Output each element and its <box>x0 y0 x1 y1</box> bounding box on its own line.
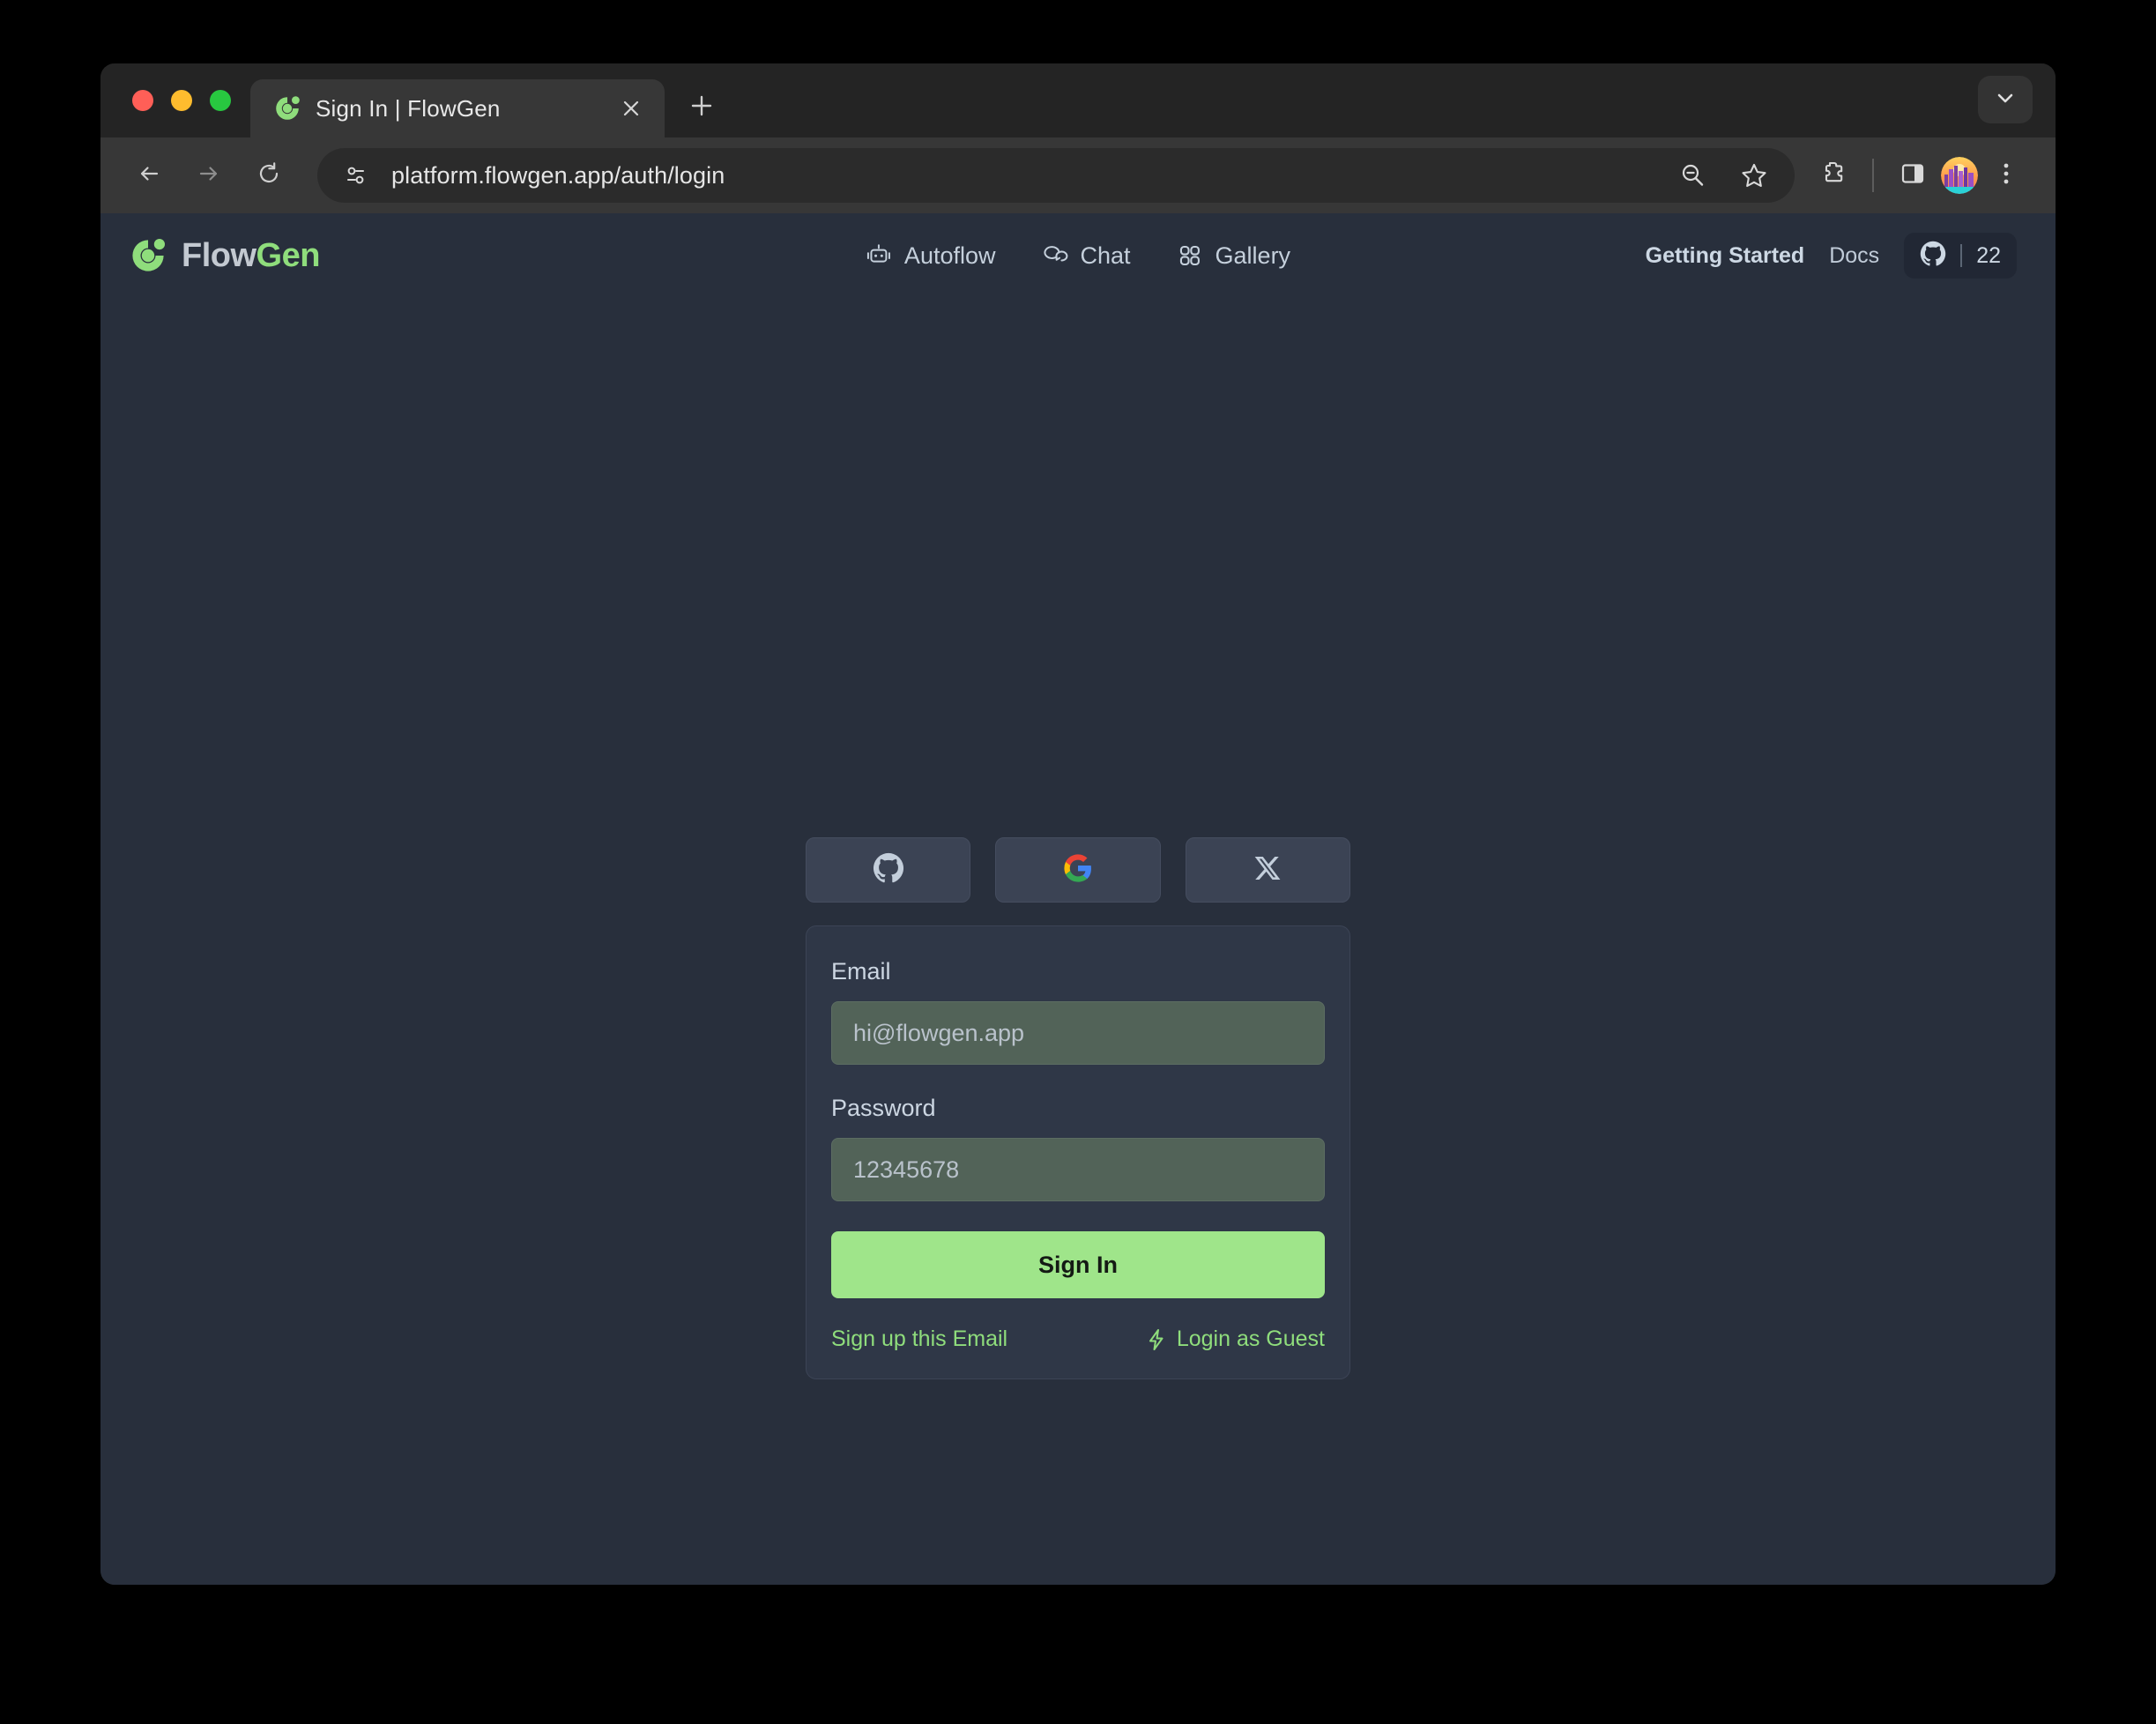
sign-in-button[interactable]: Sign In <box>831 1231 1325 1298</box>
page-viewport: FlowGen Autoflow Chat Gallery Getting St… <box>100 213 2056 1585</box>
browser-tab[interactable]: Sign In | FlowGen <box>250 79 665 137</box>
zoom-out-icon[interactable] <box>1669 152 1715 198</box>
email-field[interactable] <box>831 1001 1325 1065</box>
nav-item-label: Gallery <box>1215 242 1291 269</box>
page-settings-icon[interactable] <box>340 160 372 191</box>
star-icon[interactable] <box>1731 152 1777 198</box>
login-as-guest-link[interactable]: Login as Guest <box>1145 1326 1325 1352</box>
window-traffic-lights <box>100 63 250 137</box>
x-twitter-icon <box>1253 854 1282 887</box>
flowgen-logo-icon <box>129 236 167 275</box>
login-card-footer: Sign up this Email Login as Guest <box>831 1326 1325 1352</box>
chevron-down-icon <box>1994 86 2017 114</box>
main-nav: Autoflow Chat Gallery <box>866 242 1290 270</box>
reload-button[interactable] <box>242 148 296 203</box>
login-as-guest-label: Login as Guest <box>1176 1326 1325 1351</box>
sign-up-link-label: Sign up this Email <box>831 1326 1008 1351</box>
github-stars-badge[interactable]: 22 <box>1904 233 2017 279</box>
address-bar-url: platform.flowgen.app/auth/login <box>391 161 725 189</box>
side-panel-button[interactable] <box>1890 152 1936 198</box>
plus-icon <box>690 94 713 122</box>
side-panel-icon <box>1899 160 1927 192</box>
oauth-github-button[interactable] <box>806 837 971 903</box>
reload-icon <box>256 160 282 191</box>
oauth-buttons-row <box>806 837 1350 903</box>
github-icon <box>1920 241 1946 271</box>
brand-name: FlowGen <box>182 237 320 275</box>
browser-menu-button[interactable] <box>1983 152 2029 198</box>
header-right-actions: Getting Started Docs 22 <box>1646 233 2017 279</box>
github-icon <box>873 852 904 888</box>
oauth-google-button[interactable] <box>995 837 1161 903</box>
login-container: Email Password Sign In Sign up this Emai… <box>806 837 1350 1379</box>
browser-tab-title: Sign In | FlowGen <box>316 94 501 122</box>
nav-item-autoflow[interactable]: Autoflow <box>866 242 996 270</box>
new-tab-button[interactable] <box>677 83 726 132</box>
browser-toolbar: platform.flowgen.app/auth/login <box>100 137 2056 213</box>
zap-icon <box>1145 1328 1168 1351</box>
window-close-button[interactable] <box>132 90 153 111</box>
arrow-left-icon <box>136 160 162 191</box>
address-bar[interactable]: platform.flowgen.app/auth/login <box>317 148 1795 203</box>
nav-item-gallery[interactable]: Gallery <box>1177 242 1291 270</box>
getting-started-link[interactable]: Getting Started <box>1646 243 1805 269</box>
toolbar-divider <box>1872 159 1874 192</box>
robot-icon <box>866 242 892 269</box>
grid-icon <box>1177 242 1203 269</box>
chat-bubbles-icon <box>1041 242 1067 269</box>
docs-link[interactable]: Docs <box>1829 243 1879 269</box>
tab-list-button[interactable] <box>1978 76 2033 123</box>
window-minimize-button[interactable] <box>171 90 192 111</box>
app-header: FlowGen Autoflow Chat Gallery Getting St… <box>100 213 2056 298</box>
nav-item-label: Autoflow <box>903 242 996 269</box>
close-icon[interactable] <box>613 91 649 126</box>
brand-logo[interactable]: FlowGen <box>129 236 320 275</box>
arrow-right-icon <box>196 160 222 191</box>
github-star-count: 22 <box>1976 242 2001 268</box>
window-maximize-button[interactable] <box>210 90 231 111</box>
email-label: Email <box>831 958 891 985</box>
oauth-x-button[interactable] <box>1185 837 1350 903</box>
brand-name-second: Gen <box>256 236 321 274</box>
google-icon <box>1063 853 1093 888</box>
browser-window: Sign In | FlowGen platform.flowgen.app/a… <box>100 63 2056 1585</box>
login-form-card: Email Password Sign In Sign up this Emai… <box>806 925 1350 1379</box>
password-field[interactable] <box>831 1138 1325 1201</box>
password-label: Password <box>831 1095 936 1121</box>
forward-button[interactable] <box>182 148 236 203</box>
flowgen-logo-icon <box>273 94 301 123</box>
nav-item-chat[interactable]: Chat <box>1041 242 1131 270</box>
nav-item-label: Chat <box>1080 242 1131 269</box>
three-dot-menu-icon <box>1994 161 2018 190</box>
avatar[interactable] <box>1941 157 1978 194</box>
sign-up-link[interactable]: Sign up this Email <box>831 1326 1007 1352</box>
browser-tab-strip: Sign In | FlowGen <box>100 63 2056 137</box>
extensions-button[interactable] <box>1810 152 1856 198</box>
badge-divider <box>1960 244 1963 267</box>
field-spacer <box>831 1065 1325 1095</box>
back-button[interactable] <box>122 148 176 203</box>
puzzle-piece-icon <box>1818 159 1848 193</box>
brand-name-first: Flow <box>182 236 256 274</box>
